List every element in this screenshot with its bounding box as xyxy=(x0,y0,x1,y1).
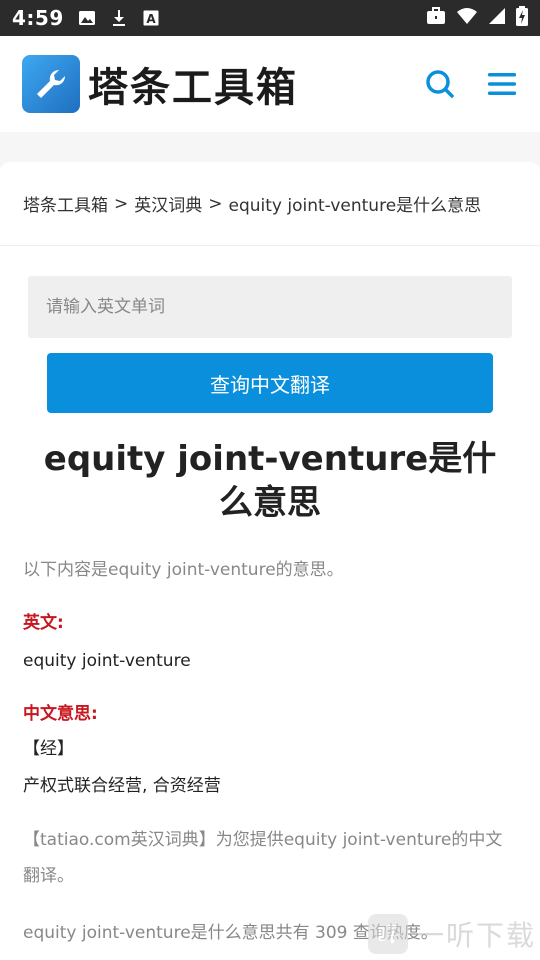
source-note: 【tatiao.com英汉词典】为您提供equity joint-venture… xyxy=(23,830,503,886)
breadcrumb-current: equity joint-venture是什么意思 xyxy=(228,196,482,216)
page-title: equity joint-venture是什么意思 xyxy=(43,439,497,523)
download-icon xyxy=(110,9,128,27)
english-word: equity joint-venture xyxy=(23,651,191,671)
header-actions xyxy=(424,68,518,100)
breadcrumb-dictionary-link[interactable]: 英汉词典 xyxy=(134,191,202,216)
breadcrumb-home-link[interactable]: 塔条工具箱 xyxy=(23,191,108,216)
menu-button[interactable] xyxy=(486,68,518,100)
english-label: 英文: xyxy=(23,613,64,633)
image-icon xyxy=(78,9,96,27)
search-area: 查询中文翻译 xyxy=(0,246,540,413)
chinese-meaning: 产权式联合经营, 合资经营 xyxy=(23,776,221,796)
site-logo[interactable]: 塔条工具箱 xyxy=(22,55,298,113)
intro-text: 以下内容是equity joint-venture的意思。 xyxy=(23,560,344,580)
text-a-icon: A xyxy=(142,9,160,27)
wifi-icon xyxy=(456,7,478,29)
briefcase-icon xyxy=(426,7,446,29)
menu-icon xyxy=(488,73,516,95)
status-right-icons xyxy=(426,6,528,30)
breadcrumb-separator: > xyxy=(114,193,129,214)
svg-text:A: A xyxy=(146,12,156,26)
search-button[interactable] xyxy=(424,68,456,100)
status-bar: 4:59 A xyxy=(0,0,540,36)
breadcrumb: 塔条工具箱 > 英汉词典 > equity joint-venture是什么意思 xyxy=(0,162,540,246)
chinese-label: 中文意思: xyxy=(23,704,98,724)
word-search-input[interactable] xyxy=(28,276,512,338)
domain-tag: 【经】 xyxy=(23,739,74,759)
main-card: 塔条工具箱 > 英汉词典 > equity joint-venture是什么意思… xyxy=(0,162,540,960)
status-time: 4:59 xyxy=(12,6,64,30)
article-content: 以下内容是equity joint-venture的意思。 英文: equity… xyxy=(0,555,540,943)
watermark: 一听下载 xyxy=(367,914,536,954)
signal-icon xyxy=(488,7,506,29)
translate-query-button[interactable]: 查询中文翻译 xyxy=(47,353,493,413)
wrench-logo-icon xyxy=(22,55,80,113)
breadcrumb-separator: > xyxy=(208,193,223,214)
logo-text: 塔条工具箱 xyxy=(88,65,298,111)
header-gap xyxy=(0,132,540,162)
watermark-logo-icon xyxy=(367,914,408,954)
search-icon xyxy=(426,70,454,98)
battery-icon xyxy=(516,6,528,30)
site-header: 塔条工具箱 xyxy=(0,36,540,132)
watermark-text: 一听下载 xyxy=(415,919,536,952)
